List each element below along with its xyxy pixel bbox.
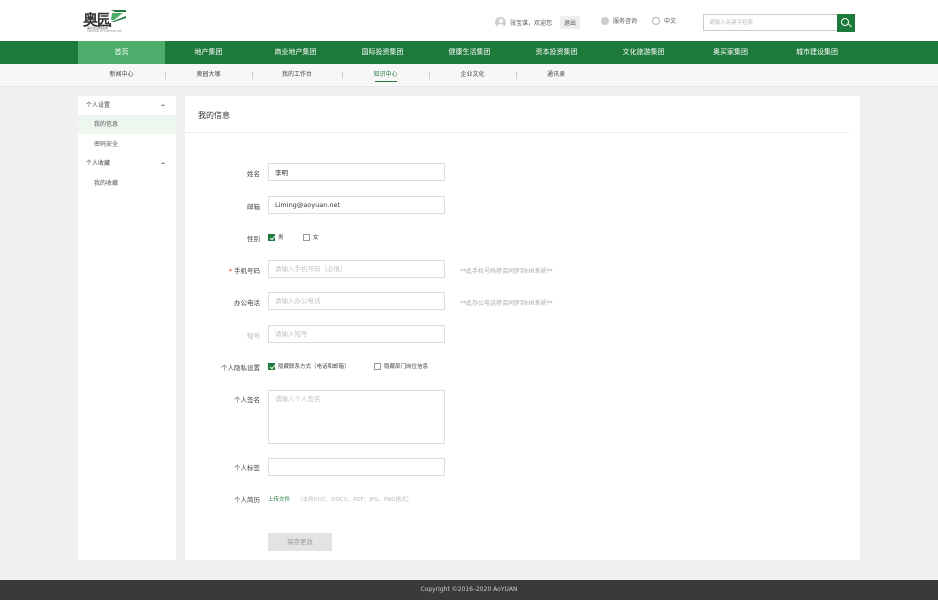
logo-mark-icon	[109, 9, 127, 23]
subnav-item-experts[interactable]: 奥园大咖	[165, 64, 252, 87]
signature-field[interactable]	[268, 390, 445, 444]
globe-icon	[652, 16, 660, 25]
service-label: 服务咨询	[613, 18, 638, 25]
email-field[interactable]	[268, 196, 445, 214]
name-label: 姓名	[247, 170, 260, 178]
resume-label: 个人简历	[234, 496, 260, 504]
nav-item-culture-tourism[interactable]: 文化旅游集团	[600, 41, 687, 64]
tags-field[interactable]	[268, 458, 445, 476]
sidebar-group-label: 个人收藏	[86, 160, 111, 167]
service-link[interactable]: 服务咨询	[601, 16, 637, 25]
sidebar-item-my-favorites[interactable]: 我的收藏	[78, 174, 176, 193]
tags-label: 个人标签	[234, 464, 260, 472]
hide-dept-checkbox[interactable]: 隐藏部门岗位信息	[374, 362, 428, 370]
gender-female-checkbox[interactable]: 女	[303, 233, 319, 241]
language-switch[interactable]: 中文	[652, 16, 676, 25]
nav-item-capital[interactable]: 资本投资集团	[513, 41, 600, 64]
privacy-label: 个人隐私设置	[221, 364, 260, 372]
checkbox-unchecked-icon	[303, 233, 310, 241]
logout-button[interactable]: 退出	[560, 15, 581, 29]
nav-item-international[interactable]: 国际投资集团	[339, 41, 426, 64]
sidebar-item-my-info[interactable]: 我的信息	[78, 115, 176, 134]
language-label: 中文	[664, 18, 677, 25]
short-number-field[interactable]	[268, 325, 445, 343]
subnav-item-culture[interactable]: 企业文化	[429, 64, 516, 87]
office-phone-hint: **此办公电话将会同步到HR系统**	[460, 300, 553, 307]
email-label: 邮箱	[247, 203, 260, 211]
mobile-field[interactable]	[268, 260, 445, 278]
checkbox-checked-icon	[268, 233, 275, 241]
signature-label: 个人签名	[234, 396, 260, 404]
nav-item-health[interactable]: 健康生活集团	[426, 41, 513, 64]
sidebar: 个人设置 我的信息 密码安全 个人收藏 我的收藏	[78, 96, 176, 560]
hide-contact-checkbox[interactable]: 隐藏联系方式（电话和邮箱）	[268, 362, 350, 370]
hide-contact-label: 隐藏联系方式（电话和邮箱）	[278, 364, 350, 370]
welcome-text: 张宝谋，欢迎您	[510, 19, 553, 27]
footer-copyright: Copyright ©2016–2020 AoYUAN	[0, 580, 938, 600]
upload-format-note: （支持DOC、DOCX、PDF、JPG、PNG格式）	[297, 497, 413, 503]
nav-item-aomaijia[interactable]: 奥买家集团	[687, 41, 774, 64]
user-area: 张宝谋，欢迎您 退出	[495, 15, 581, 29]
nav-item-home[interactable]: 首页	[78, 41, 165, 64]
gender-male-label: 男	[278, 235, 284, 241]
gender-male-checkbox[interactable]: 男	[268, 233, 284, 241]
page-title: 我的信息	[198, 111, 230, 120]
short-number-label: 短号	[247, 332, 260, 340]
gender-label: 性别	[247, 235, 260, 243]
sidebar-group-favorites[interactable]: 个人收藏	[78, 154, 176, 173]
upload-file-link[interactable]: 上传文件	[268, 495, 290, 503]
main-nav: 首页 地产集团 商业地产集团 国际投资集团 健康生活集团 资本投资集团 文化旅游…	[0, 41, 938, 64]
nav-item-city-construction[interactable]: 城市建设集团	[774, 41, 860, 64]
subnav-item-workbench[interactable]: 我的工作台	[252, 64, 342, 87]
checkbox-unchecked-icon	[374, 362, 381, 370]
avatar-icon[interactable]	[495, 16, 506, 28]
logo[interactable]: 奥园 美好生活缔造者 CREATOR OF A BETTER LIFE	[83, 9, 129, 33]
search-button[interactable]	[837, 14, 855, 32]
subnav-item-news[interactable]: 新闻中心	[78, 64, 165, 87]
chevron-up-icon	[161, 162, 165, 164]
sidebar-group-personal-settings[interactable]: 个人设置	[78, 96, 176, 115]
search-input[interactable]	[703, 14, 838, 31]
chevron-up-icon	[161, 104, 165, 106]
sidebar-item-password[interactable]: 密码安全	[78, 135, 176, 154]
service-icon	[601, 16, 609, 25]
save-button[interactable]: 保存更改	[268, 533, 332, 551]
sub-nav: 新闻中心 奥园大咖 我的工作台 知识中心 企业文化 通讯录	[0, 64, 938, 87]
mobile-label-text: 手机号码	[234, 267, 260, 275]
office-phone-label: 办公电话	[234, 299, 260, 307]
subnav-item-knowledge[interactable]: 知识中心	[342, 64, 429, 87]
mobile-label: * 手机号码	[185, 265, 260, 275]
subnav-item-contacts[interactable]: 通讯录	[516, 64, 596, 87]
mobile-hint: **此手机号码将会同步到HR系统**	[460, 268, 553, 275]
sidebar-group-label: 个人设置	[86, 102, 111, 109]
logo-tagline-en: CREATOR OF A BETTER LIFE	[87, 30, 122, 33]
hide-dept-label: 隐藏部门岗位信息	[384, 364, 429, 370]
title-divider	[185, 132, 850, 133]
office-phone-field[interactable]	[268, 292, 445, 310]
header: 奥园 美好生活缔造者 CREATOR OF A BETTER LIFE 张宝谋，…	[0, 0, 938, 41]
gender-female-label: 女	[313, 235, 319, 241]
main-panel: 我的信息 姓名 邮箱 性别 男 女 *手机号码 **此手机号码将会同步到HR系统…	[185, 96, 860, 560]
nav-item-real-estate[interactable]: 地产集团	[165, 41, 252, 64]
nav-item-commercial[interactable]: 商业地产集团	[252, 41, 339, 64]
checkbox-checked-icon	[268, 362, 275, 370]
required-mark: *	[228, 267, 232, 275]
name-field[interactable]	[268, 163, 445, 181]
